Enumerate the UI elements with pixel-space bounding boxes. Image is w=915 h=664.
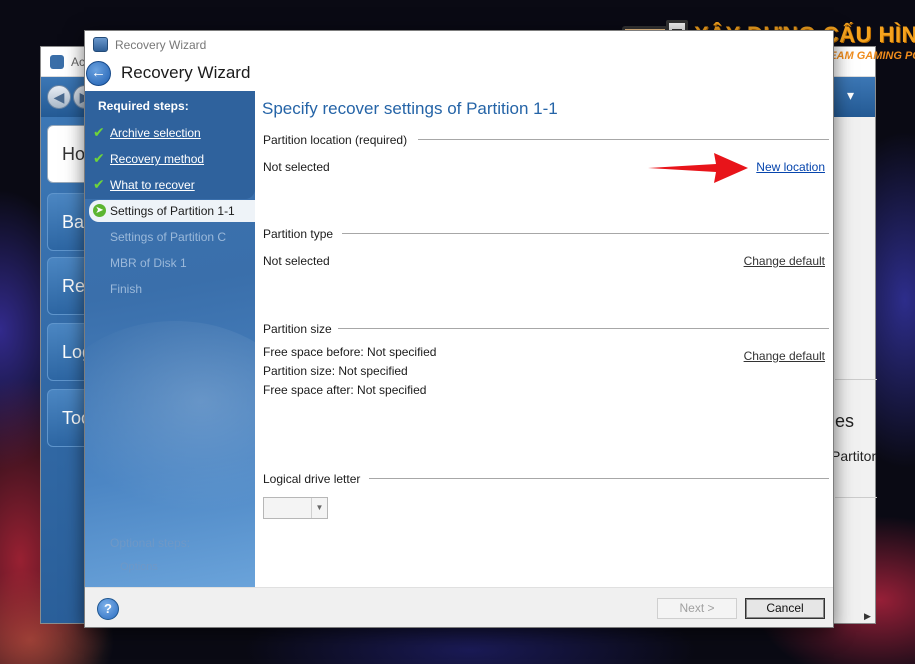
scroll-right-icon[interactable]: ▶ [864,611,871,622]
background-app-title: Ac [71,55,86,69]
section-divider [369,478,829,479]
wizard-heading: Recovery Wizard [121,63,251,82]
section-divider [342,233,829,234]
checkmark-icon: ✔ [93,150,105,166]
partition-type-value: Not selected [263,254,330,268]
wizard-app-icon [93,37,108,52]
free-space-after: Free space after: Not specified [263,383,427,397]
logical-drive-letter-label: Logical drive letter [263,472,361,486]
partition-location-label: Partition location (required) [263,133,408,147]
red-pointer-arrow-icon [648,153,748,183]
step-finish: Finish [85,278,255,300]
change-default-size-link[interactable]: Change default [744,349,825,363]
step-mbr-of-disk-1: MBR of Disk 1 [85,252,255,274]
step-what-to-recover[interactable]: ✔ What to recover [85,174,255,196]
drive-letter-select[interactable]: ▼ [263,497,328,519]
step-recovery-method[interactable]: ✔ Recovery method [85,148,255,170]
help-icon[interactable]: ? [97,598,119,620]
step-label: Settings of Partition C [110,230,227,244]
decorative-swoosh [85,321,255,521]
free-space-before: Free space before: Not specified [263,345,437,359]
optional-steps-title: Optional steps: [110,536,191,550]
wizard-content: Specify recover settings of Partition 1-… [255,91,833,587]
partition-size-value: Partition size: Not specified [263,364,408,378]
step-label: Settings of Partition 1-1 [110,204,235,218]
step-label: Recovery method [110,152,205,166]
partition-location-value: Not selected [263,160,330,174]
chevron-down-icon: ▼ [311,498,327,518]
wizard-window-title: Recovery Wizard [115,38,207,52]
wizard-header: ← Recovery Wizard [85,59,833,91]
checkmark-icon: ✔ [93,124,105,140]
wizard-titlebar: Recovery Wizard [85,31,833,59]
step-label: Finish [110,282,143,296]
step-archive-selection[interactable]: ✔ Archive selection [85,122,255,144]
steps-panel: Required steps: ✔ Archive selection ✔ Re… [85,91,255,587]
next-button[interactable]: Next > [657,598,737,619]
back-arrow-icon[interactable]: ◀ [47,85,71,109]
step-label: What to recover [110,178,195,192]
recovery-wizard-dialog: Recovery Wizard ← Recovery Wizard Requir… [84,30,834,628]
app-icon [50,55,64,69]
background-subheading: Partitor [831,448,877,464]
step-settings-partition-c: Settings of Partition C [85,226,255,248]
partition-type-label: Partition type [263,227,334,241]
section-divider [338,328,829,329]
current-step-arrow-icon: ➤ [93,204,106,217]
optional-step-options[interactable]: Options [120,561,158,573]
section-divider [418,139,829,140]
change-default-type-link[interactable]: Change default [744,254,825,268]
checkmark-icon: ✔ [93,176,105,192]
step-settings-partition-1-1[interactable]: ➤ Settings of Partition 1-1 [89,200,255,222]
wizard-footer: ? Next > Cancel [85,587,833,627]
background-divider-2 [835,497,877,498]
back-arrow-icon[interactable]: ← [86,61,111,86]
background-divider [835,379,877,380]
partition-size-label: Partition size [263,322,332,336]
step-label: MBR of Disk 1 [110,256,187,270]
background-heading: es [835,411,855,431]
step-label: Archive selection [110,126,201,140]
required-steps-title: Required steps: [98,99,189,113]
cancel-button[interactable]: Cancel [745,598,825,619]
help-dropdown-icon[interactable]: ▾ [847,87,854,104]
page-title: Specify recover settings of Partition 1-… [262,99,558,118]
new-location-link[interactable]: New location [756,160,825,174]
